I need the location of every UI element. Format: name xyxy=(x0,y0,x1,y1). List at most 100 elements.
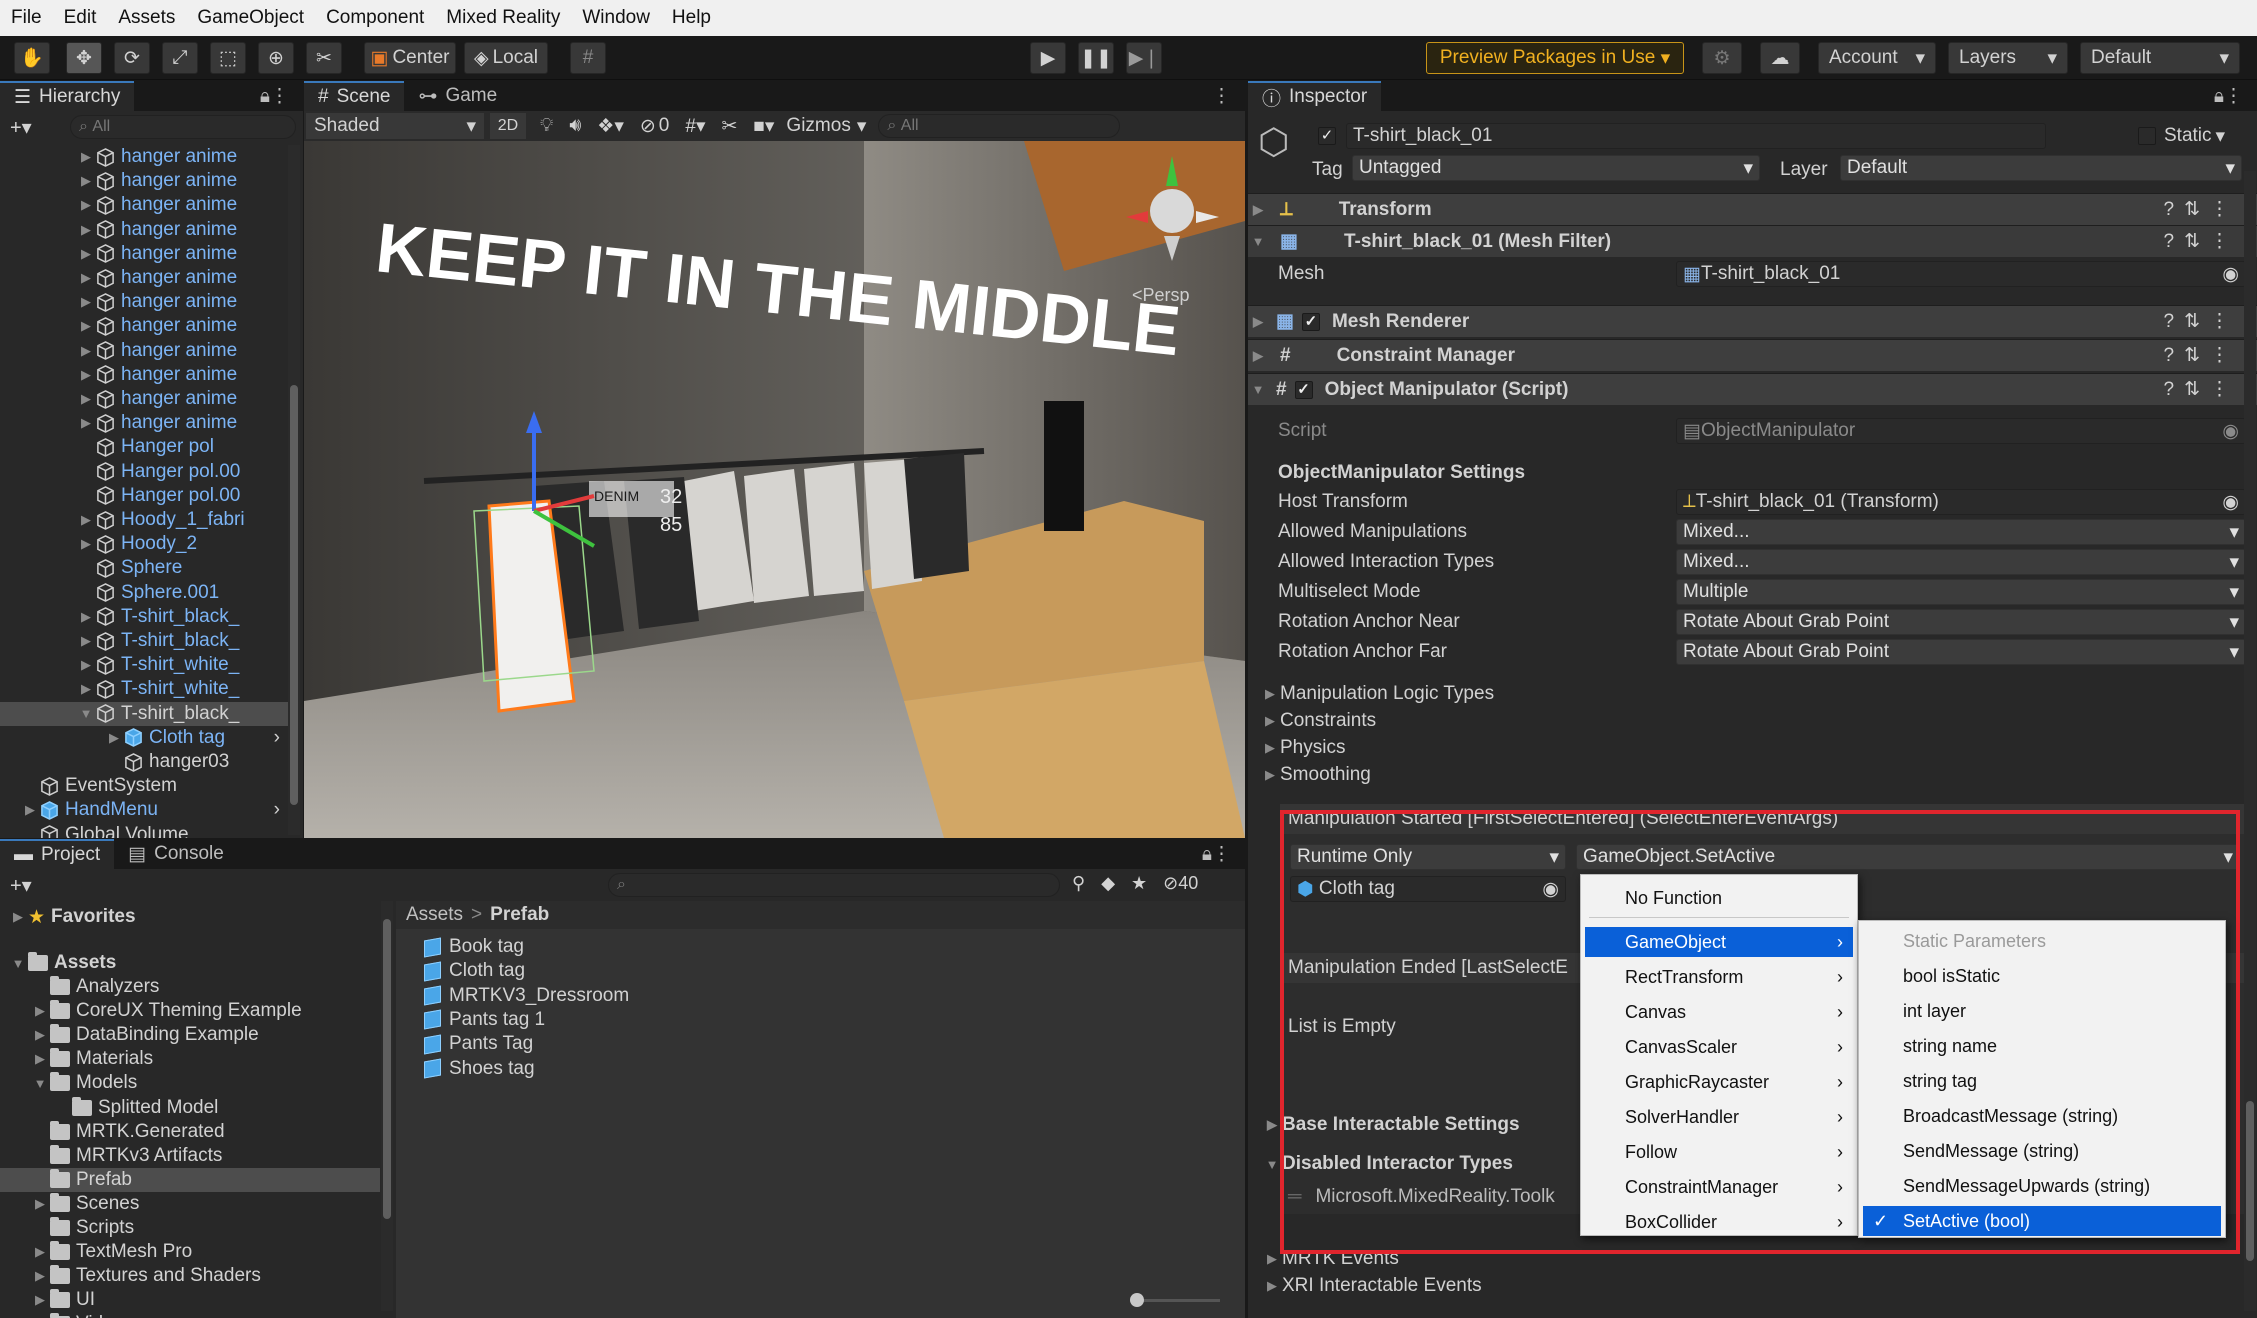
scene-search-input[interactable]: ⌕ All xyxy=(878,114,1121,138)
project-folder-item[interactable]: Prefab xyxy=(0,1167,380,1192)
hierarchy-item[interactable]: ▶ hanger anime xyxy=(0,290,288,314)
layers-dropdown[interactable]: Layers ▾ xyxy=(1948,42,2068,74)
chevron-down-icon[interactable]: ▼ xyxy=(76,706,96,721)
mesh-renderer-component-header[interactable]: ▶ ▦ ✓ Mesh Renderer ?⇅⋮ xyxy=(1248,305,2257,337)
chevron-right-icon[interactable]: ▶ xyxy=(76,512,96,528)
tab-scene[interactable]: # Scene xyxy=(304,81,405,111)
foldout-item[interactable]: ▶ Constraints xyxy=(1248,706,2257,736)
chevron-right-icon[interactable]: ▶ xyxy=(76,415,96,431)
menu-assets[interactable]: Assets xyxy=(107,7,186,29)
static-checkbox[interactable] xyxy=(2138,127,2156,145)
parameter-menu-item[interactable]: SendMessageUpwards (string) xyxy=(1863,1171,2221,1201)
hierarchy-item[interactable]: ▶ T-shirt_black_ xyxy=(0,605,288,629)
gizmos-dropdown[interactable]: Gizmos ▾ xyxy=(786,115,866,138)
chevron-right-icon[interactable]: ▶ xyxy=(30,1051,50,1067)
component-help-settings-icons[interactable]: ?⇅⋮ xyxy=(2164,198,2240,221)
pivot-local-button[interactable]: ◈ Local xyxy=(464,42,548,74)
project-folder-item[interactable]: ▶ UI xyxy=(0,1288,380,1312)
transform-component-header[interactable]: ▶ ⟂ Transform ?⇅⋮ xyxy=(1248,193,2257,225)
hierarchy-item[interactable]: Hanger pol.00 xyxy=(0,484,288,508)
function-menu-item[interactable]: GraphicRaycaster › xyxy=(1585,1067,1853,1097)
hierarchy-item[interactable]: ▼ T-shirt_black_ xyxy=(0,701,288,726)
lock-icon[interactable]: 🔒︎⋮ xyxy=(246,81,303,111)
chevron-right-icon[interactable]: ▶ xyxy=(76,681,96,697)
function-menu-item[interactable]: GameObject › xyxy=(1585,927,1853,957)
project-create-button[interactable]: +▾ xyxy=(10,873,32,898)
tab-game[interactable]: ⊶ Game xyxy=(404,81,511,111)
scene-menu-icon[interactable]: ⋮ xyxy=(1198,81,1245,111)
hierarchy-scrollbar[interactable] xyxy=(288,145,300,835)
chevron-right-icon[interactable]: ▶ xyxy=(76,149,96,165)
lighting-icon[interactable]: 💡︎ xyxy=(540,115,553,137)
menu-help[interactable]: Help xyxy=(661,7,722,29)
hierarchy-item[interactable]: ▶ Hoody_2 xyxy=(0,532,288,556)
breadcrumb-prefab[interactable]: Prefab xyxy=(490,904,549,926)
menu-window[interactable]: Window xyxy=(571,7,661,29)
transform-tool-icon[interactable]: ⊕ xyxy=(258,42,294,74)
foldout-item[interactable]: ▶ Manipulation Logic Types xyxy=(1248,679,2257,709)
rect-tool-icon[interactable]: ⬚ xyxy=(210,42,246,74)
pivot-center-button[interactable]: ▣ Center xyxy=(364,42,456,74)
play-button[interactable]: ▶ xyxy=(1030,42,1066,74)
scene-visibility-toggle[interactable]: ⊘ 0 xyxy=(640,115,670,138)
object-picker-icon[interactable]: ◉ xyxy=(2222,491,2239,514)
component-help-settings-icons[interactable]: ?⇅⋮ xyxy=(2164,310,2240,333)
xri-events-foldout[interactable]: ▶ XRI Interactable Events xyxy=(1262,1275,1482,1297)
menu-file[interactable]: File xyxy=(0,7,53,29)
project-folder-item[interactable]: ▶ Scenes xyxy=(0,1192,380,1216)
favorites-foldout[interactable]: ▶ ★ Favorites xyxy=(8,905,136,929)
project-folder-item[interactable]: ▶ Materials xyxy=(0,1047,380,1071)
mesh-renderer-enabled-checkbox[interactable]: ✓ xyxy=(1301,312,1320,331)
chevron-right-icon[interactable]: ▶ xyxy=(30,1003,50,1019)
tab-inspector[interactable]: ⓘ Inspector xyxy=(1248,81,1382,111)
function-menu-item[interactable]: BoxCollider › xyxy=(1585,1207,1853,1237)
inspector-scrollbar[interactable] xyxy=(2244,171,2256,1311)
grid-snap-icon[interactable]: # xyxy=(570,42,606,74)
hierarchy-item[interactable]: ▶ hanger anime xyxy=(0,339,288,363)
hierarchy-item[interactable]: Sphere.001 xyxy=(0,581,288,605)
hierarchy-item[interactable]: ▶ hanger anime xyxy=(0,411,288,435)
chevron-right-icon[interactable]: ▶ xyxy=(76,343,96,359)
asset-item[interactable]: Shoes tag xyxy=(424,1057,535,1081)
move-tool-icon[interactable]: ✥ xyxy=(66,42,102,74)
component-help-settings-icons[interactable]: ?⇅⋮ xyxy=(2164,378,2240,401)
parameter-menu-item[interactable]: int layer xyxy=(1863,996,2221,1026)
project-search-input[interactable]: ⌕ xyxy=(608,873,1060,897)
project-folder-item[interactable]: Video xyxy=(0,1312,380,1318)
hierarchy-item[interactable]: Global Volume xyxy=(0,823,288,838)
function-menu-item[interactable]: ConstraintManager › xyxy=(1585,1172,1853,1202)
hierarchy-search-input[interactable]: ⌕ All xyxy=(70,115,296,139)
icon-size-slider[interactable] xyxy=(1130,1293,1220,1307)
chevron-right-icon[interactable]: ▶ xyxy=(76,318,96,334)
hierarchy-item[interactable]: hanger03 xyxy=(0,750,288,774)
parameter-menu-item[interactable]: string tag xyxy=(1863,1066,2221,1096)
property-dropdown[interactable]: Rotate About Grab Point ▾ xyxy=(1676,609,2246,635)
project-folder-item[interactable]: MRTKv3 Artifacts xyxy=(0,1144,380,1168)
hierarchy-item[interactable]: ▶ hanger anime xyxy=(0,169,288,193)
hierarchy-item[interactable]: ▶ Cloth tag › xyxy=(0,726,288,750)
hierarchy-item[interactable]: ▶ hanger anime xyxy=(0,145,288,169)
hierarchy-item[interactable]: ▶ hanger anime xyxy=(0,193,288,217)
object-name-field[interactable]: T-shirt_black_01 xyxy=(1346,123,2046,149)
hierarchy-item[interactable]: ▶ hanger anime xyxy=(0,218,288,242)
chevron-right-icon[interactable]: ▶ xyxy=(76,246,96,262)
tab-hierarchy[interactable]: ☰ Hierarchy xyxy=(0,81,135,111)
chevron-right-icon[interactable]: ▶ xyxy=(76,270,96,286)
hierarchy-item[interactable]: ▶ T-shirt_white_ xyxy=(0,653,288,677)
foldout-item[interactable]: ▶ Physics xyxy=(1248,733,2257,763)
menu-mixed-reality[interactable]: Mixed Reality xyxy=(435,7,571,29)
menu-item-no-function[interactable]: No Function xyxy=(1585,883,1853,913)
hierarchy-item[interactable]: Sphere xyxy=(0,556,288,580)
hierarchy-item[interactable]: ▶ Hoody_1_fabri xyxy=(0,508,288,532)
hierarchy-item[interactable]: Hanger pol xyxy=(0,435,288,459)
mesh-object-field[interactable]: ▦ T-shirt_black_01 ◉ xyxy=(1676,261,2246,287)
property-dropdown[interactable]: Mixed... ▾ xyxy=(1676,519,2246,545)
asset-item[interactable]: Pants tag 1 xyxy=(424,1008,545,1032)
property-dropdown[interactable]: Mixed... ▾ xyxy=(1676,549,2246,575)
camera-icon[interactable]: ■▾ xyxy=(753,115,774,138)
step-button[interactable]: ▶❘ xyxy=(1126,42,1162,74)
chevron-right-icon[interactable]: ▶ xyxy=(76,536,96,552)
parameter-menu-item[interactable]: string name xyxy=(1863,1031,2221,1061)
chevron-right-icon[interactable]: ▶ xyxy=(30,1196,50,1212)
pause-button[interactable]: ❚❚ xyxy=(1078,42,1114,74)
